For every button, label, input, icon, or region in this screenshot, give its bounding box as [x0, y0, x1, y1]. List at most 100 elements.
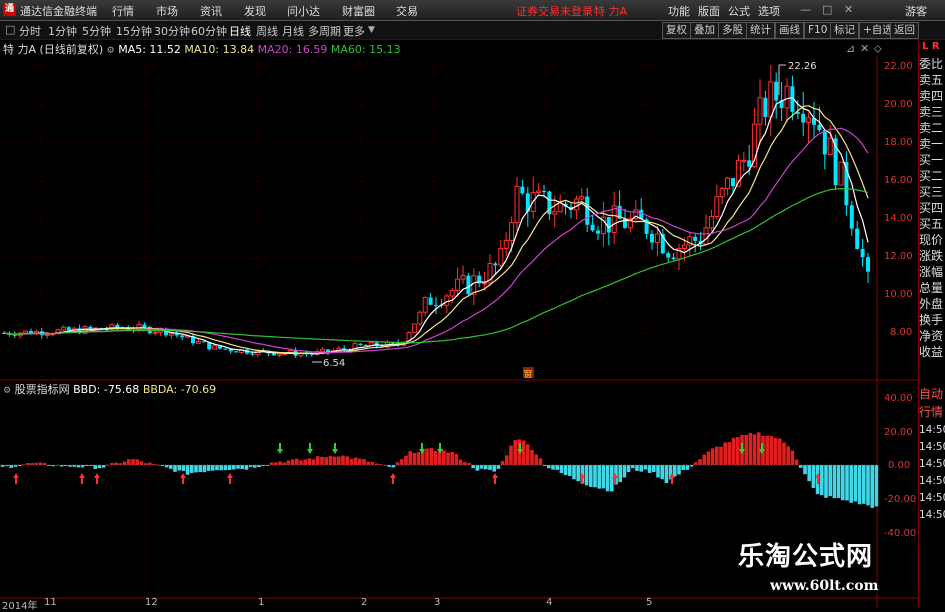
price-scale-label: 12.00 — [884, 251, 913, 262]
current-stock-name: 特 力A — [594, 5, 628, 18]
tongji-button[interactable]: 统计 — [746, 22, 775, 39]
menu-gongshi[interactable]: 公式 — [728, 3, 750, 19]
candle-body-down — [342, 348, 347, 350]
tab-60min[interactable]: 60分钟 — [191, 23, 227, 39]
bbd-bar — [656, 465, 660, 478]
menu-caifuquan[interactable]: 财富圈 — [342, 3, 375, 19]
candle-body-up — [579, 196, 585, 200]
bbd-bar — [639, 465, 643, 472]
period-toolbar: □ 分时 1分钟 5分钟 15分钟 30分钟 60分钟 日线 周线 月线 多周期… — [0, 21, 945, 40]
candle-body-up — [552, 211, 558, 215]
bbd-bar — [601, 465, 606, 489]
bbd-bar — [513, 440, 517, 465]
menu-banmian[interactable]: 版面 — [698, 3, 720, 19]
side-lower-label-0[interactable]: 自动 — [919, 386, 945, 402]
watermark-title: 乐淘公式网 — [738, 542, 874, 572]
guest-label[interactable]: 游客 — [905, 3, 927, 19]
bbd-bar — [328, 455, 333, 465]
candle-body-up — [509, 222, 515, 241]
tab-30min[interactable]: 30分钟 — [154, 23, 190, 39]
side-time-6: 14:50 — [919, 492, 945, 504]
side-item-6: 买一 — [919, 153, 944, 167]
candle-body-down — [493, 263, 498, 266]
candle-body-up — [449, 290, 455, 297]
bbd-bar — [555, 465, 559, 470]
f10-button[interactable]: F10 — [804, 22, 832, 39]
biaoji-button[interactable]: 标记 — [830, 22, 859, 39]
bbd-bar — [681, 465, 685, 471]
tab-5min[interactable]: 5分钟 — [82, 23, 111, 39]
menu-gongneng[interactable]: 功能 — [668, 3, 690, 19]
menu-zixun[interactable]: 资讯 — [200, 3, 222, 19]
close-icon[interactable]: ✕ — [844, 3, 853, 16]
app-title: 通达信金融终端 — [20, 5, 97, 18]
checkbox-icon[interactable]: □ — [5, 23, 15, 36]
time-axis-label: 4 — [546, 597, 553, 608]
down-arrow-icon — [307, 443, 313, 454]
menu-wenxiaoda[interactable]: 问小达 — [287, 3, 320, 19]
maximize-icon[interactable]: □ — [822, 3, 832, 16]
bbd-bar — [866, 465, 870, 506]
bbd-bar — [349, 458, 354, 465]
diejia-button[interactable]: 叠加 — [690, 22, 719, 39]
tab-fenshi[interactable]: 分时 — [19, 23, 41, 39]
bbd-bar — [458, 459, 463, 465]
candle-body-up — [768, 81, 774, 118]
bbd-bar — [576, 465, 580, 482]
bbd-bar — [1, 465, 5, 467]
bbd-bar — [215, 465, 219, 471]
tab-15min[interactable]: 15分钟 — [116, 23, 152, 39]
bbd-bar — [206, 465, 211, 471]
kline-chart[interactable]: 22.26 6.54 窗 — [0, 40, 918, 608]
candle-body-down — [606, 217, 611, 233]
candle-body-down — [234, 351, 239, 353]
bbd-bar — [664, 465, 669, 484]
minimize-icon[interactable]: — — [800, 3, 811, 16]
bbd-bar — [219, 465, 223, 471]
bbd-bar — [437, 452, 442, 465]
menu-xuanxiang[interactable]: 选项 — [758, 3, 780, 19]
bbd-bar — [509, 445, 513, 465]
side-lower-label-1[interactable]: 行情 — [919, 404, 945, 420]
trade-login-alert[interactable]: 证券交易未登录 — [516, 3, 593, 19]
bbd-bar — [127, 459, 131, 465]
tab-weekly[interactable]: 周线 — [256, 23, 278, 39]
back-button[interactable]: 返回 — [890, 22, 919, 39]
indicator-settings-icon[interactable]: ⚙ — [3, 386, 11, 396]
candle-body-down — [671, 257, 676, 260]
candle-body-up — [714, 196, 720, 217]
bbd-bar — [534, 454, 538, 465]
bbd-bar — [857, 465, 862, 505]
indicator-scale-label: 0.00 — [888, 460, 911, 471]
candle-body-down — [817, 124, 822, 131]
bbd-bar — [643, 465, 648, 470]
bbd-bar — [652, 465, 656, 473]
bbd-bar — [211, 465, 215, 471]
bbd-bar — [803, 465, 807, 475]
bbd-bar — [311, 459, 316, 465]
bbd-bar — [433, 450, 438, 465]
menu-shichang[interactable]: 市场 — [156, 3, 178, 19]
more-chevron-icon[interactable]: ▼ — [368, 25, 375, 35]
menu-faxian[interactable]: 发现 — [244, 3, 266, 19]
duogu-button[interactable]: 多股 — [718, 22, 747, 39]
bbd-bar — [715, 446, 719, 465]
panel-header[interactable]: L R — [922, 41, 940, 52]
candle-body-down — [520, 186, 525, 194]
tab-monthly[interactable]: 月线 — [282, 23, 304, 39]
tab-daily[interactable]: 日线 — [229, 23, 251, 39]
bbd-bar — [181, 465, 186, 471]
menu-hangqing[interactable]: 行情 — [112, 3, 134, 19]
huaxian-button[interactable]: 画线 — [775, 22, 804, 39]
side-item-10: 买五 — [919, 217, 944, 231]
price-scale-label: 10.00 — [884, 289, 913, 300]
bbd-bar — [353, 457, 358, 465]
menu-jiaoyi[interactable]: 交易 — [396, 3, 418, 19]
fuquan-button[interactable]: 复权 — [662, 22, 691, 39]
tab-more[interactable]: 更多 — [343, 23, 365, 39]
bbd-bar — [332, 456, 337, 465]
bbd-bar — [475, 465, 480, 471]
bbd-bar — [316, 456, 320, 465]
tab-1min[interactable]: 1分钟 — [48, 23, 77, 39]
tab-multi-period[interactable]: 多周期 — [308, 23, 341, 39]
